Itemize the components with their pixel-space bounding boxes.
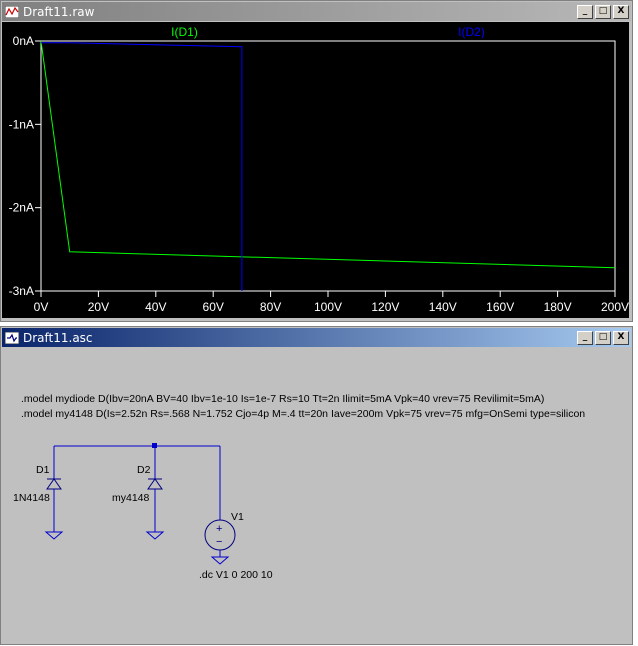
v1-plus-sign: +	[216, 523, 222, 535]
close-button[interactable]: X	[613, 330, 629, 345]
d1-value-label[interactable]: 1N4148	[13, 492, 50, 504]
waveform-icon	[4, 5, 20, 19]
schematic-window[interactable]: Draft11.asc _ □ X .model mydiode D(Ibv=2…	[0, 326, 633, 645]
x-tick-label: 40V	[145, 300, 166, 314]
minimize-button[interactable]: _	[577, 330, 593, 345]
x-tick-label: 160V	[486, 300, 514, 314]
plot-window[interactable]: Draft11.raw _ □ X 0nA -1nA -2nA -3nA 0V 20V 40…	[0, 0, 633, 322]
close-button[interactable]: X	[613, 4, 629, 19]
maximize-button[interactable]: □	[595, 330, 611, 345]
model-directive-mydiode[interactable]: .model mydiode D(Ibv=20nA BV=40 Ibv=1e-1…	[21, 393, 544, 405]
diode-d2[interactable]	[145, 446, 165, 540]
v1-reference-label[interactable]: V1	[231, 511, 244, 523]
x-tick-label: 20V	[88, 300, 109, 314]
ground-icon	[145, 531, 165, 540]
y-tick-label: -1nA	[9, 117, 34, 131]
x-tick-label: 80V	[260, 300, 281, 314]
plot-window-titlebar[interactable]: Draft11.raw _ □ X	[2, 2, 631, 21]
schematic-window-titlebar[interactable]: Draft11.asc _ □ X	[2, 328, 631, 347]
d1-reference-label[interactable]: D1	[36, 464, 50, 476]
d2-value-label[interactable]: my4148	[112, 492, 150, 504]
trace-label[interactable]: I(D2)	[458, 25, 485, 39]
x-tick-label: 100V	[314, 300, 342, 314]
schematic-canvas[interactable]: .model mydiode D(Ibv=20nA BV=40 Ibv=1e-1…	[2, 348, 629, 641]
y-tick-label: -2nA	[9, 201, 34, 215]
schematic-icon	[4, 331, 20, 345]
y-tick-label: 0nA	[13, 34, 34, 48]
d2-reference-label[interactable]: D2	[137, 464, 151, 476]
model-directive-my4148[interactable]: .model my4148 D(Is=2.52n Rs=.568 N=1.752…	[21, 408, 585, 420]
ground-icon	[44, 531, 64, 540]
x-tick-label: 200V	[601, 300, 629, 314]
trace-id1[interactable]	[40, 40, 616, 269]
maximize-button[interactable]: □	[595, 4, 611, 19]
plot-window-title: Draft11.raw	[23, 4, 95, 19]
trace-label[interactable]: I(D1)	[171, 25, 198, 39]
x-tick-label: 0V	[34, 300, 49, 314]
ground-icon	[210, 556, 230, 565]
dc-sweep-directive[interactable]: .dc V1 0 200 10	[199, 569, 273, 581]
x-tick-label: 120V	[371, 300, 399, 314]
x-tick-label: 60V	[203, 300, 224, 314]
minimize-button[interactable]: _	[577, 4, 593, 19]
y-tick-label: -3nA	[9, 284, 34, 298]
waveform-plot-pane[interactable]: 0nA -1nA -2nA -3nA 0V 20V 40V 60V 80V 100V 120V 140…	[2, 22, 629, 318]
v1-minus-sign: −	[216, 536, 222, 548]
schematic-drawing[interactable]: .model mydiode D(Ibv=20nA BV=40 Ibv=1e-1…	[2, 348, 631, 642]
x-tick-label: 140V	[429, 300, 457, 314]
x-tick-label: 180V	[544, 300, 572, 314]
waveform-chart[interactable]: 0nA -1nA -2nA -3nA0V 20V 40V 60V 80V 100V 120V 140…	[2, 22, 631, 319]
schematic-window-title: Draft11.asc	[23, 330, 93, 345]
